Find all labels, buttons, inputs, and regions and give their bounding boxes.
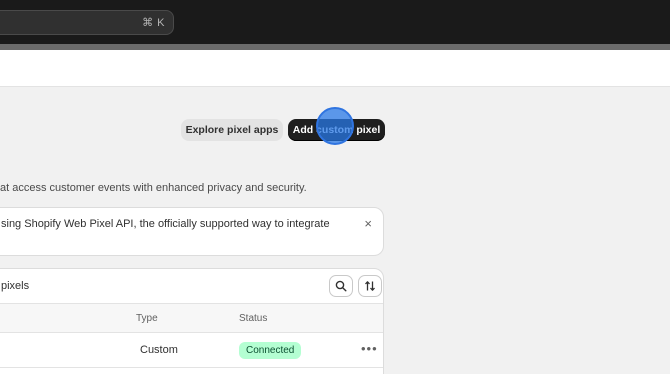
table-row[interactable]: Custom Connected ••• (0, 333, 383, 368)
search-shortcut-hint: ⌘ K (142, 17, 165, 29)
info-banner: sing Shopify Web Pixel API, the official… (0, 207, 384, 256)
top-bar: ⌘ K (0, 0, 670, 44)
column-header-status: Status (239, 313, 268, 324)
status-badge: Connected (239, 342, 302, 359)
close-icon[interactable]: × (364, 216, 372, 231)
context-bar (0, 50, 670, 87)
sort-button[interactable] (358, 275, 382, 297)
pixel-type: Custom (140, 344, 178, 356)
search-icon (335, 280, 347, 292)
column-header-type: Type (136, 313, 158, 324)
more-actions-icon[interactable]: ••• (361, 341, 378, 356)
table-header: Type Status (0, 303, 383, 333)
sort-icon (365, 281, 375, 291)
page-description: at access customer events with enhanced … (0, 182, 307, 194)
pixels-card: pixels Type Status Custom Connected ••• (0, 268, 384, 374)
banner-text: sing Shopify Web Pixel API, the official… (1, 218, 330, 230)
explore-pixel-apps-button[interactable]: Explore pixel apps (181, 119, 283, 141)
search-button[interactable] (329, 275, 353, 297)
search-input[interactable]: ⌘ K (0, 10, 174, 35)
card-title: pixels (1, 280, 30, 292)
cursor-click-indicator (316, 107, 354, 145)
